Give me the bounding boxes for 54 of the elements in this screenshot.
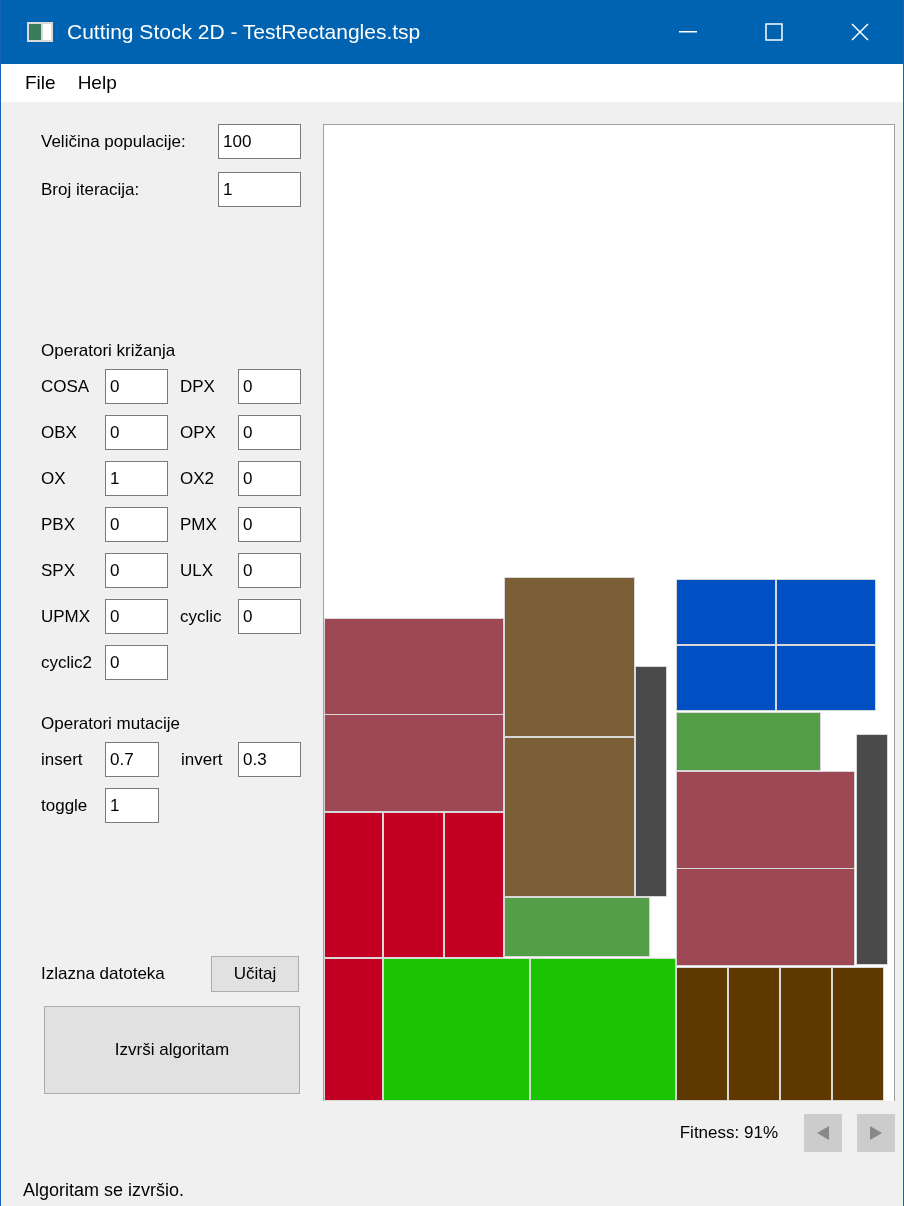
operator-field[interactable]: 0 [105, 599, 168, 634]
right-triangle-icon [870, 1126, 882, 1140]
section-title: Operatori križanja [41, 341, 177, 361]
next-button[interactable] [857, 1114, 895, 1152]
operator-label: OPX [180, 422, 217, 443]
operator-field[interactable]: 1 [105, 788, 159, 823]
operator-field[interactable]: 0 [105, 369, 168, 404]
operator-label: OBX [41, 422, 78, 443]
left-triangle-icon [817, 1126, 829, 1140]
parameter-field[interactable]: 100 [218, 124, 301, 159]
operator-field[interactable]: 0 [238, 553, 301, 588]
fitness-label: Fitness: 91% [679, 1123, 778, 1143]
parameter-field[interactable]: 1 [218, 172, 301, 207]
output-file-label: Izlazna datoteka [41, 964, 165, 984]
operator-field[interactable]: 0 [105, 645, 168, 680]
operator-field[interactable]: 0.3 [238, 742, 301, 777]
operator-field[interactable]: 0.7 [105, 742, 159, 777]
operator-label: OX2 [180, 468, 216, 489]
operator-field[interactable]: 0 [105, 415, 168, 450]
operator-label: ULX [180, 560, 215, 581]
menu-item[interactable]: File [15, 70, 64, 96]
previous-button[interactable] [804, 1114, 842, 1152]
operator-label: SPX [41, 560, 77, 581]
operator-field[interactable]: 0 [238, 599, 301, 634]
operator-label: UPMX [41, 606, 92, 627]
operator-label: toggle [41, 795, 89, 816]
app-icon [27, 22, 53, 42]
operator-field[interactable]: 0 [238, 369, 301, 404]
operator-field[interactable]: 0 [238, 507, 301, 542]
operator-label: cyclic2 [41, 652, 93, 673]
operator-label: invert [181, 749, 224, 770]
parameter-label: Veličina populacije: [41, 131, 186, 152]
window-title: Cutting Stock 2D - TestRectangles.tsp [67, 20, 421, 44]
operator-field[interactable]: 0 [105, 507, 168, 542]
load-button[interactable]: Učitaj [211, 956, 299, 992]
operator-label: insert [41, 749, 84, 770]
status-text: Algoritam se izvršio. [23, 1180, 185, 1201]
section-title: Operatori mutacije [41, 714, 181, 734]
operator-label: cyclic [180, 606, 223, 627]
operator-label: COSA [41, 376, 91, 397]
operator-label: OX [41, 468, 67, 489]
run-algorithm-button[interactable]: Izvrši algoritam [44, 1006, 300, 1094]
operator-label: DPX [180, 376, 216, 397]
maximize-icon [765, 23, 783, 41]
minimize-icon [679, 31, 697, 33]
operator-field[interactable]: 1 [105, 461, 168, 496]
operator-label: PBX [41, 514, 77, 535]
operator-label: PMX [180, 514, 218, 535]
close-icon [851, 23, 869, 41]
menu-item[interactable]: Help [67, 70, 125, 96]
operator-field[interactable]: 0 [238, 461, 301, 496]
operator-field[interactable]: 0 [238, 415, 301, 450]
operator-field[interactable]: 0 [105, 553, 168, 588]
parameter-label: Broj iteracija: [41, 179, 140, 200]
